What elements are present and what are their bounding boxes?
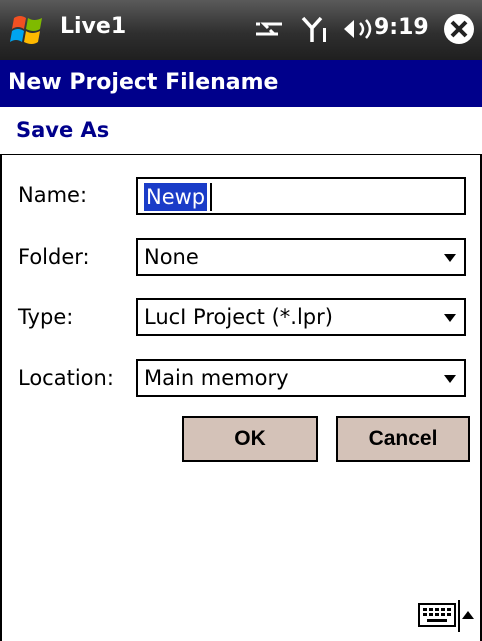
folder-select[interactable]: None xyxy=(136,238,466,276)
folder-value: None xyxy=(144,245,199,269)
name-value: Newp xyxy=(146,185,206,209)
status-bar: Live1 9:19 xyxy=(0,0,482,60)
chevron-down-icon[interactable] xyxy=(444,254,456,262)
location-label: Location: xyxy=(18,366,114,390)
folder-label: Folder: xyxy=(18,245,90,269)
dialog-title: New Project Filename xyxy=(8,70,279,95)
windows-start-icon[interactable] xyxy=(8,12,48,48)
location-value: Main memory xyxy=(144,366,289,390)
left-border xyxy=(0,155,2,641)
cancel-button[interactable]: Cancel xyxy=(336,416,470,462)
name-label: Name: xyxy=(18,183,88,207)
name-input[interactable]: Newp xyxy=(136,177,466,215)
name-selection: Newp xyxy=(144,183,208,211)
chevron-up-icon[interactable] xyxy=(462,611,474,619)
signal-icon[interactable] xyxy=(300,14,330,44)
clock[interactable]: 9:19 xyxy=(374,15,429,40)
ok-button[interactable]: OK xyxy=(182,416,318,462)
chevron-down-icon[interactable] xyxy=(444,314,456,322)
close-icon[interactable] xyxy=(442,12,476,46)
header-divider xyxy=(0,154,482,155)
chevron-down-icon[interactable] xyxy=(444,375,456,383)
sync-icon[interactable] xyxy=(252,14,286,44)
input-panel-divider xyxy=(458,600,460,632)
type-label: Type: xyxy=(18,305,74,329)
text-caret xyxy=(210,183,212,211)
app-title[interactable]: Live1 xyxy=(60,14,126,39)
type-value: LucI Project (*.lpr) xyxy=(144,305,333,329)
dialog-title-bar: New Project Filename xyxy=(0,60,482,107)
location-select[interactable]: Main memory xyxy=(136,359,466,397)
volume-icon[interactable] xyxy=(342,14,376,44)
type-select[interactable]: LucI Project (*.lpr) xyxy=(136,298,466,336)
keyboard-icon[interactable] xyxy=(418,603,456,627)
save-as-heading: Save As xyxy=(16,118,110,142)
